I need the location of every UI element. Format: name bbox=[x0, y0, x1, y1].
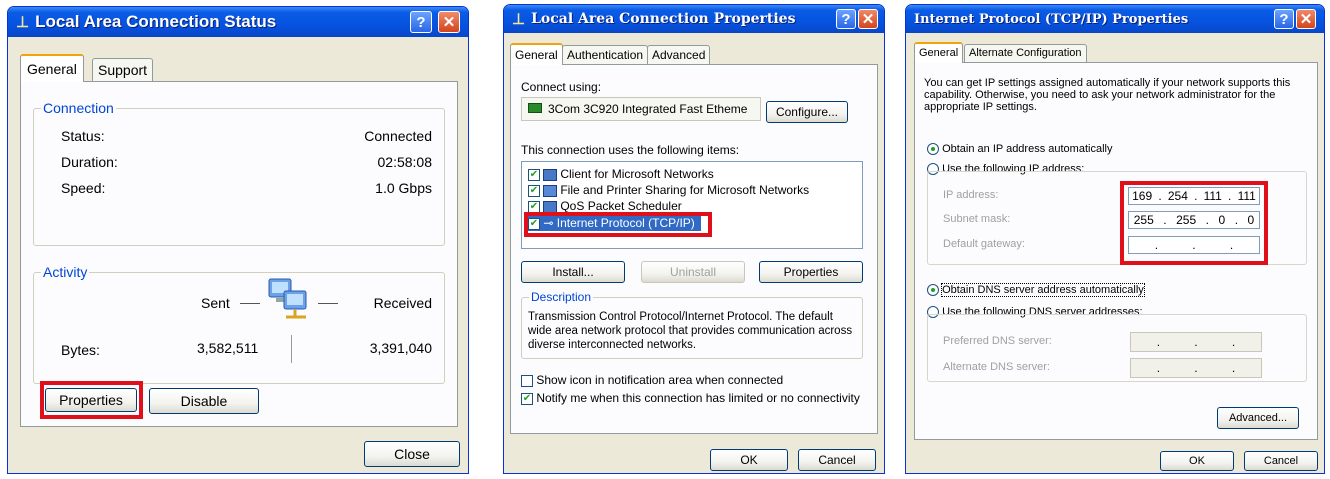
uninstall-button: Uninstall bbox=[641, 261, 745, 283]
description-text: Transmission Control Protocol/Internet P… bbox=[528, 311, 853, 351]
list-item[interactable]: ✔ QoS Packet Scheduler bbox=[528, 199, 682, 213]
obtain-dns-option[interactable]: Obtain DNS server address automatically bbox=[927, 283, 1145, 297]
preferred-dns-label: Preferred DNS server: bbox=[943, 335, 1052, 347]
general-panel: Connection Status: Connected Duration: 0… bbox=[20, 81, 458, 427]
tab-advanced[interactable]: Advanced bbox=[647, 45, 711, 65]
speed-label: Speed: bbox=[61, 180, 106, 196]
bytes-label: Bytes: bbox=[61, 342, 100, 358]
description-group: Description Transmission Control Protoco… bbox=[521, 290, 863, 359]
alternate-dns-label: Alternate DNS server: bbox=[943, 361, 1050, 373]
activity-group: Activity Sent Received Bytes: 3,582,511 … bbox=[33, 264, 445, 384]
list-item[interactable]: ✔ File and Printer Sharing for Microsoft… bbox=[528, 183, 809, 197]
install-button[interactable]: Install... bbox=[521, 261, 625, 283]
connection-group-label: Connection bbox=[41, 100, 116, 116]
properties-button[interactable]: Properties bbox=[759, 261, 863, 283]
duration-label: Duration: bbox=[61, 154, 118, 170]
title-bar: Internet Protocol (TCP/IP) Properties bbox=[906, 5, 1324, 33]
checkbox-icon[interactable]: ✔ bbox=[528, 184, 540, 197]
disable-button[interactable]: Disable bbox=[149, 388, 259, 414]
description-group-label: Description bbox=[529, 290, 594, 304]
tab-general[interactable]: General bbox=[20, 54, 84, 82]
received-label: Received bbox=[373, 295, 432, 311]
notify-option[interactable]: ✔ Notify me when this connection has lim… bbox=[521, 391, 860, 405]
default-gateway-label: Default gateway: bbox=[943, 238, 1025, 250]
close-window-button[interactable]: ✕ bbox=[438, 11, 460, 33]
adapter-box: 3Com 3C920 Integrated Fast Etheme bbox=[521, 97, 761, 121]
network-adapter-icon bbox=[528, 103, 542, 113]
client-icon bbox=[543, 168, 558, 181]
intro-text: You can get IP settings assigned automat… bbox=[924, 77, 1291, 113]
checkbox-icon[interactable]: ✔ bbox=[528, 168, 540, 181]
network-connection-icon: ⊥ bbox=[512, 11, 526, 28]
close-window-button[interactable]: ✕ bbox=[858, 9, 878, 29]
connection-status-dialog: ⊥ Local Area Connection Status ? ✕ Gener… bbox=[7, 6, 469, 474]
radio-icon[interactable] bbox=[927, 284, 939, 297]
properties-highlight-box bbox=[40, 381, 143, 419]
help-button[interactable]: ? bbox=[836, 9, 856, 29]
close-button[interactable]: Close bbox=[364, 441, 460, 467]
tab-authentication[interactable]: Authentication bbox=[562, 45, 649, 65]
connection-properties-dialog: ⊥ Local Area Connection Properties ? ✕ G… bbox=[503, 4, 885, 474]
general-panel: Connect using: 3Com 3C920 Integrated Fas… bbox=[510, 64, 878, 434]
tcpip-properties-dialog: Internet Protocol (TCP/IP) Properties ? … bbox=[905, 4, 1325, 474]
ok-button[interactable]: OK bbox=[1160, 451, 1234, 471]
window-title: Internet Protocol (TCP/IP) Properties bbox=[914, 11, 1189, 27]
help-button[interactable]: ? bbox=[1274, 9, 1294, 29]
bytes-received-value: 3,391,040 bbox=[369, 340, 432, 356]
bytes-sent-value: 3,582,511 bbox=[197, 340, 259, 356]
network-activity-icon bbox=[268, 278, 307, 319]
status-value: Connected bbox=[364, 128, 432, 144]
items-label: This connection uses the following items… bbox=[521, 143, 740, 157]
received-line bbox=[318, 303, 338, 304]
radio-icon[interactable] bbox=[927, 143, 939, 156]
network-connection-icon: ⊥ bbox=[16, 14, 30, 31]
alternate-dns-field: ... bbox=[1130, 358, 1262, 378]
obtain-ip-option[interactable]: Obtain an IP address automatically bbox=[927, 143, 1112, 156]
sent-line bbox=[240, 303, 260, 304]
title-bar: ⊥ Local Area Connection Properties bbox=[504, 5, 884, 33]
ok-button[interactable]: OK bbox=[710, 449, 788, 471]
checkbox-icon[interactable]: ✔ bbox=[521, 392, 533, 405]
connection-group: Connection Status: Connected Duration: 0… bbox=[33, 100, 445, 246]
show-icon-option[interactable]: Show icon in notification area when conn… bbox=[521, 373, 783, 387]
activity-group-label: Activity bbox=[41, 264, 90, 280]
configure-button[interactable]: Configure... bbox=[766, 101, 848, 123]
list-item[interactable]: ✔ Client for Microsoft Networks bbox=[528, 167, 714, 181]
tab-general[interactable]: General bbox=[510, 43, 563, 65]
status-label: Status: bbox=[61, 128, 105, 144]
general-panel: You can get IP settings assigned automat… bbox=[914, 62, 1318, 440]
duration-value: 02:58:08 bbox=[377, 154, 433, 170]
speed-value: 1.0 Gbps bbox=[375, 180, 432, 196]
cancel-button[interactable]: Cancel bbox=[798, 449, 876, 471]
tab-support[interactable]: Support bbox=[92, 58, 154, 82]
tcpip-highlight-box bbox=[524, 212, 712, 237]
tab-general[interactable]: General bbox=[914, 42, 964, 63]
close-window-button[interactable]: ✕ bbox=[1296, 9, 1316, 29]
subnet-mask-label: Subnet mask: bbox=[943, 213, 1011, 225]
tab-alternate-configuration[interactable]: Alternate Configuration bbox=[964, 44, 1087, 63]
window-title: Local Area Connection Properties bbox=[531, 11, 796, 27]
window-title: Local Area Connection Status bbox=[35, 12, 277, 31]
help-button[interactable]: ? bbox=[410, 11, 432, 33]
ip-address-label: IP address: bbox=[943, 189, 999, 201]
activity-divider bbox=[291, 335, 292, 363]
connect-using-label: Connect using: bbox=[521, 80, 602, 94]
advanced-button[interactable]: Advanced... bbox=[1217, 407, 1299, 429]
checkbox-icon[interactable] bbox=[521, 374, 533, 387]
adapter-name: 3Com 3C920 Integrated Fast Etheme bbox=[548, 102, 748, 116]
cancel-button[interactable]: Cancel bbox=[1244, 451, 1318, 471]
preferred-dns-field: ... bbox=[1130, 332, 1262, 352]
printer-sharing-icon bbox=[543, 184, 558, 197]
ip-settings-highlight-box bbox=[1120, 181, 1268, 265]
sent-label: Sent bbox=[201, 295, 230, 311]
title-bar: ⊥ Local Area Connection Status bbox=[8, 7, 468, 37]
